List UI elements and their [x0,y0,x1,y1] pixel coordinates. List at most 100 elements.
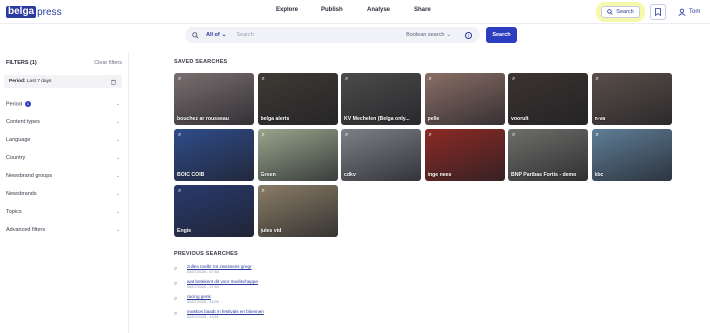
saved-search-tile[interactable]: ⌕ pelle [424,73,505,125]
filter-newsbrands[interactable]: Newsbrands ⌄ [6,189,120,199]
search-icon: ⌕ [595,76,599,82]
saved-search-label: BOIC COIB [177,172,205,178]
search-icon: ⌕ [178,188,182,194]
saved-search-tile[interactable]: ⌕ belga alerts [257,73,338,125]
previous-search-date: 02/07/2025 - 13:51 [187,315,219,319]
bookmark-button[interactable] [650,4,666,20]
header-search-button[interactable]: Search [601,6,640,18]
chevron-down-icon: ⌄ [115,155,120,161]
saved-search-tile[interactable]: ⌕ jules vid [257,185,338,237]
saved-search-label: BNP Paribas Fortis - demo [511,172,577,178]
boolean-search-dropdown[interactable]: Boolean search ⌄ [406,32,451,38]
previous-search-text[interactable]: wat betekent dit voor medischappe [187,279,258,284]
chevron-down-icon: ⌄ [115,119,120,125]
previous-search-item[interactable]: ⌕ moskos baadt m festivals en bloemen 02/0… [174,309,374,322]
nav-analyse[interactable]: Analyse [367,7,390,13]
saved-search-label: pelle [427,116,440,122]
previous-search-item[interactable]: ⌕ zullen toelbr tot zwessens gregr 04/07/2… [174,264,374,277]
filter-newsbrand-groups[interactable]: Newsbrand groups ⌄ [6,171,120,181]
search-icon: ⌕ [345,132,349,138]
search-icon: ⌕ [174,281,178,287]
search-icon [607,9,613,15]
active-filter-chip: Period: Last 7 days [4,75,122,88]
saved-search-tile[interactable]: ⌕ bouchez ar rousseau [174,73,254,125]
search-bar[interactable]: All of ⌄ Search Boolean search ⌄ i [185,27,480,43]
clear-filters-link[interactable]: Clear filters [94,60,122,66]
previous-search-date: 02/07/2025 - 14:00 [187,300,219,304]
period-badge: 1 [24,100,31,107]
saved-search-label: bouchez ar rousseau [177,116,229,122]
search-icon: ⌕ [261,188,265,194]
previous-search-date: 04/07/2025 - 07:53 [187,270,219,274]
nav-explore[interactable]: Explore [276,7,298,13]
saved-search-tile[interactable]: ⌕ Groen [257,129,338,181]
header-search-label: Search [616,9,634,15]
saved-search-label: voorult [511,116,529,122]
nav-share[interactable]: Share [414,7,431,13]
info-icon[interactable]: i [465,31,472,39]
search-icon [192,31,199,39]
bookmark-icon [655,8,661,16]
saved-search-label: inge nees [427,172,452,178]
boolean-label: Boolean search [406,32,445,38]
previous-search-date: 04/07/2025 - 07:53 [187,285,219,289]
saved-search-tile[interactable]: ⌕ n-va [591,73,672,125]
filters-header: FILTERS (1) Clear filters [6,60,122,66]
search-submit-button[interactable]: Search [486,27,517,43]
previous-search-text[interactable]: racing genk [187,294,211,299]
saved-search-label: n-va [594,116,606,122]
chevron-down-icon: ⌄ [115,227,120,233]
saved-search-tile[interactable]: ⌕ Engie [174,185,254,237]
filter-topics[interactable]: Topics ⌄ [6,207,120,217]
logo[interactable]: belga press [6,5,62,19]
user-menu[interactable]: Tom [678,8,700,16]
search-icon: ⌕ [345,76,349,82]
search-icon: ⌕ [595,132,599,138]
chevron-down-icon: ⌄ [115,191,120,197]
saved-search-tile[interactable]: ⌕ voorult [508,73,588,125]
active-filter-text: Period: Last 7 days [9,79,52,84]
saved-search-tile[interactable]: ⌕ BNP Paribas Fortis - demo [508,129,588,181]
saved-search-tile[interactable]: ⌕ KV Mechelen (Belga only... [341,73,421,125]
saved-search-tile[interactable]: ⌕ inge nees [424,129,505,181]
previous-searches-title: PREVIOUS SEARCHES [174,251,238,257]
filters-title: FILTERS (1) [6,60,37,66]
previous-search-text[interactable]: moskos baadt m festivals en bloemen [187,309,264,314]
saved-search-tile[interactable]: ⌕ BOIC COIB [174,129,254,181]
chevron-down-icon: ⌄ [115,101,120,107]
chevron-down-icon: ⌄ [115,137,120,143]
filter-country[interactable]: Country ⌄ [6,153,120,163]
saved-searches-title: SAVED SEARCHES [174,59,228,65]
saved-search-label: belga alerts [260,116,290,122]
previous-search-item[interactable]: ⌕ wat betekent dit voor medischappe 04/07/… [174,279,374,292]
saved-search-label: Groen [260,172,276,178]
search-icon: ⌕ [512,76,516,82]
nav-publish[interactable]: Publish [321,7,343,13]
saved-search-label: kbc [594,172,604,178]
chevron-down-icon: ⌄ [221,32,227,38]
filter-advanced[interactable]: Advanced filters ⌄ [6,225,120,235]
previous-search-item[interactable]: ⌕ racing genk 02/07/2025 - 14:00 [174,294,374,307]
logo-prefix: belga [6,6,37,18]
user-icon [678,8,686,16]
logo-suffix: press [37,6,62,18]
previous-search-text[interactable]: zullen toelbr tot zwessens gregr [187,264,252,269]
search-icon: ⌕ [428,76,432,82]
filter-language[interactable]: Language ⌄ [6,135,120,145]
trash-icon[interactable] [111,79,116,85]
saved-search-label: Engie [177,228,192,234]
filter-period[interactable]: Period 1 ⌄ [6,99,120,109]
search-icon: ⌕ [178,132,182,138]
saved-search-tile[interactable]: ⌕ kbc [591,129,672,181]
chevron-down-icon: ⌄ [446,32,451,38]
search-icon: ⌕ [512,132,516,138]
search-input[interactable]: Search [236,32,406,38]
filters-sidebar: FILTERS (1) Clear filters Period: Last 7… [0,52,129,333]
saved-search-tile[interactable]: ⌕ cdkv [341,129,421,181]
scope-label: All of [206,32,220,38]
filter-content-types[interactable]: Content types ⌄ [6,117,120,127]
saved-search-label: KV Mechelen (Belga only... [344,116,410,122]
scope-dropdown[interactable]: All of ⌄ [206,32,226,38]
search-icon: ⌕ [261,76,265,82]
saved-search-label: cdkv [344,172,356,178]
